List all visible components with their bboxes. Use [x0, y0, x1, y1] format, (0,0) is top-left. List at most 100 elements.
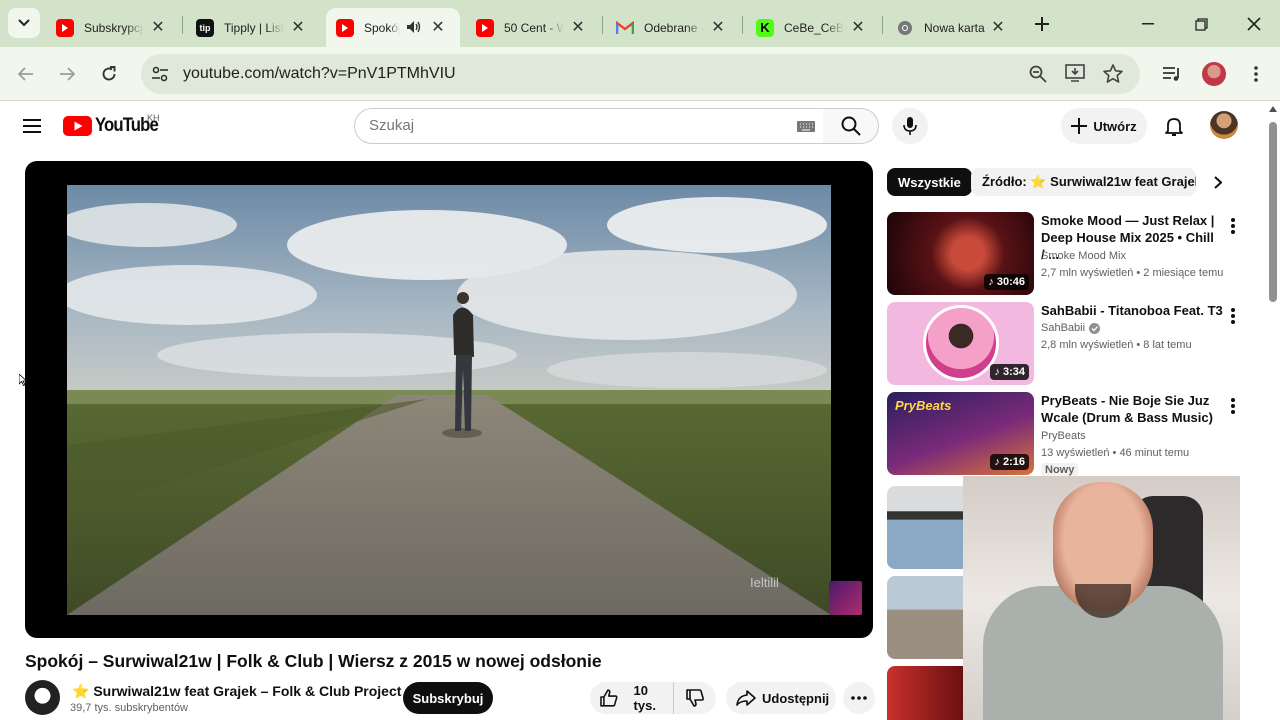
- close-icon[interactable]: ✕: [288, 17, 308, 37]
- tab-search-button[interactable]: [8, 8, 40, 38]
- guide-menu-button[interactable]: [16, 110, 48, 142]
- channel-watermark[interactable]: [829, 581, 862, 615]
- more-actions-button[interactable]: [843, 682, 875, 714]
- scrollbar-thumb[interactable]: [1269, 122, 1277, 302]
- more-vert-icon[interactable]: [1227, 306, 1239, 326]
- zoom-icon[interactable]: [1029, 65, 1047, 83]
- chip-all-label: Wszystkie: [898, 174, 961, 190]
- video-thumbnail[interactable]: [887, 576, 963, 659]
- close-icon[interactable]: ✕: [428, 17, 448, 37]
- like-button[interactable]: 10 tys.: [590, 682, 674, 714]
- url-text[interactable]: youtube.com/watch?v=PnV1PTMhVIU: [183, 65, 456, 83]
- recommendation-title[interactable]: SahBabii - Titanoboa Feat. T3: [1041, 302, 1226, 319]
- tab-title: Nowa karta: [924, 20, 985, 35]
- recommendation-item[interactable]: ♪ 30:46 Smoke Mood — Just Relax | Deep H…: [887, 212, 1247, 296]
- chip-source-label: Źródło: ⭐ Surwiwal21w feat Grajek –: [982, 174, 1196, 189]
- forward-button[interactable]: [51, 58, 83, 90]
- tab-title: Tipply | Lista: [224, 20, 284, 35]
- duration-badge: ♪ 30:46: [984, 274, 1029, 290]
- site-settings-icon[interactable]: [151, 65, 169, 83]
- more-vert-icon[interactable]: [1227, 396, 1239, 416]
- like-dislike-group: 10 tys.: [590, 682, 716, 714]
- recommendation-channel[interactable]: Smoke Mood Mix: [1041, 250, 1126, 262]
- recommendation-channel[interactable]: SahBabii: [1041, 322, 1101, 334]
- tab-title: Spokój: [364, 20, 400, 35]
- tab-title: Odebrane -: [644, 20, 704, 35]
- plus-icon: [1071, 118, 1088, 134]
- browser-tab-active[interactable]: Spokój ✕: [326, 8, 460, 47]
- page-scrollbar-track[interactable]: [1266, 102, 1280, 720]
- back-button[interactable]: [10, 58, 42, 90]
- create-button[interactable]: Utwórz: [1061, 108, 1147, 144]
- address-bar[interactable]: youtube.com/watch?v=PnV1PTMhVIU: [141, 54, 1140, 94]
- kick-icon: K: [756, 18, 774, 37]
- notifications-button[interactable]: [1157, 108, 1191, 144]
- tipply-icon: tip: [196, 18, 214, 37]
- speaker-icon[interactable]: [406, 20, 422, 34]
- chip-all[interactable]: Wszystkie: [887, 168, 972, 196]
- search-input[interactable]: [369, 117, 789, 134]
- recommendation-meta: 13 wyświetleń • 46 minut temu: [1041, 447, 1190, 459]
- video-thumbnail[interactable]: ♪ 30:46: [887, 212, 1034, 295]
- keyboard-icon[interactable]: [797, 121, 815, 132]
- browser-tab[interactable]: Subskrypcje ✕: [46, 8, 180, 47]
- restore-button[interactable]: [1187, 12, 1215, 36]
- voice-search-button[interactable]: [892, 108, 928, 144]
- chips-next-button[interactable]: [1202, 168, 1234, 196]
- more-vert-icon[interactable]: [1227, 216, 1239, 236]
- browser-tab[interactable]: 50 Cent - W ✕: [466, 8, 600, 47]
- bookmark-star-icon[interactable]: [1103, 64, 1123, 83]
- scroll-up-icon[interactable]: [1269, 106, 1277, 112]
- close-icon[interactable]: ✕: [988, 17, 1008, 37]
- subscribe-label: Subskrybuj: [412, 690, 484, 706]
- browser-tab[interactable]: Odebrane - ✕: [606, 8, 740, 47]
- share-button[interactable]: Udostępnij: [726, 682, 836, 714]
- browser-tab-bar: Subskrypcje ✕ tip Tipply | Lista ✕ Spokó…: [0, 0, 1280, 47]
- thumbs-up-icon: [600, 689, 618, 707]
- video-thumbnail[interactable]: [887, 486, 963, 569]
- close-icon[interactable]: ✕: [568, 17, 588, 37]
- search-box[interactable]: [354, 108, 824, 144]
- dislike-button[interactable]: [674, 682, 716, 714]
- close-icon[interactable]: ✕: [848, 17, 868, 37]
- media-controls-button[interactable]: [1156, 58, 1188, 90]
- video-frame[interactable]: Ieltilil: [67, 185, 831, 615]
- browser-tab[interactable]: tip Tipply | Lista ✕: [186, 8, 320, 47]
- search-button[interactable]: [823, 108, 879, 144]
- share-label: Udostępnij: [762, 690, 830, 706]
- subscribe-button[interactable]: Subskrybuj: [403, 682, 493, 714]
- browser-menu-button[interactable]: [1240, 58, 1272, 90]
- minimize-button[interactable]: [1134, 12, 1162, 36]
- more-vert-icon: [1254, 66, 1258, 82]
- recommendation-item[interactable]: PryBeats ♪ 2:16 PryBeats - Nie Boje Sie …: [887, 392, 1247, 477]
- video-thumbnail[interactable]: PryBeats ♪ 2:16: [887, 392, 1034, 475]
- video-thumbnail[interactable]: [887, 666, 963, 720]
- thumbs-down-icon: [686, 689, 704, 707]
- recommendation-title[interactable]: PryBeats - Nie Boje Sie Juz Wcale (Drum …: [1041, 392, 1221, 426]
- chevron-down-icon: [18, 19, 30, 27]
- gmail-icon: [616, 19, 634, 37]
- chip-source[interactable]: Źródło: ⭐ Surwiwal21w feat Grajek –: [971, 168, 1196, 196]
- close-icon[interactable]: ✕: [708, 17, 728, 37]
- channel-avatar[interactable]: [25, 680, 60, 715]
- browser-tab[interactable]: K CeBe_CeBe ✕: [746, 8, 880, 47]
- tab-title: CeBe_CeBe: [784, 20, 844, 35]
- video-thumbnail[interactable]: ♪ 3:34: [887, 302, 1034, 385]
- close-window-button[interactable]: [1240, 12, 1268, 36]
- tab-title: Subskrypcje: [84, 20, 144, 35]
- reload-button[interactable]: [93, 58, 125, 90]
- recommendation-channel[interactable]: PryBeats: [1041, 430, 1086, 442]
- video-player[interactable]: Ieltilil: [25, 161, 873, 638]
- close-icon[interactable]: ✕: [148, 17, 168, 37]
- browser-tab[interactable]: Nowa karta ✕: [886, 8, 1020, 47]
- duration-badge: ♪ 2:16: [990, 454, 1029, 470]
- youtube-logo[interactable]: YouTube KH: [63, 113, 166, 137]
- profile-avatar[interactable]: [1198, 58, 1230, 90]
- channel-name[interactable]: ⭐ Surwiwal21w feat Grajek – Folk & Club …: [72, 683, 401, 700]
- install-app-icon[interactable]: [1065, 64, 1085, 82]
- recommendation-item[interactable]: ♪ 3:34 SahBabii - Titanoboa Feat. T3 Sah…: [887, 302, 1247, 386]
- new-tab-button[interactable]: [1030, 12, 1054, 36]
- account-avatar[interactable]: [1210, 111, 1238, 139]
- chevron-right-icon: [1214, 175, 1222, 189]
- country-code: KH: [147, 113, 160, 123]
